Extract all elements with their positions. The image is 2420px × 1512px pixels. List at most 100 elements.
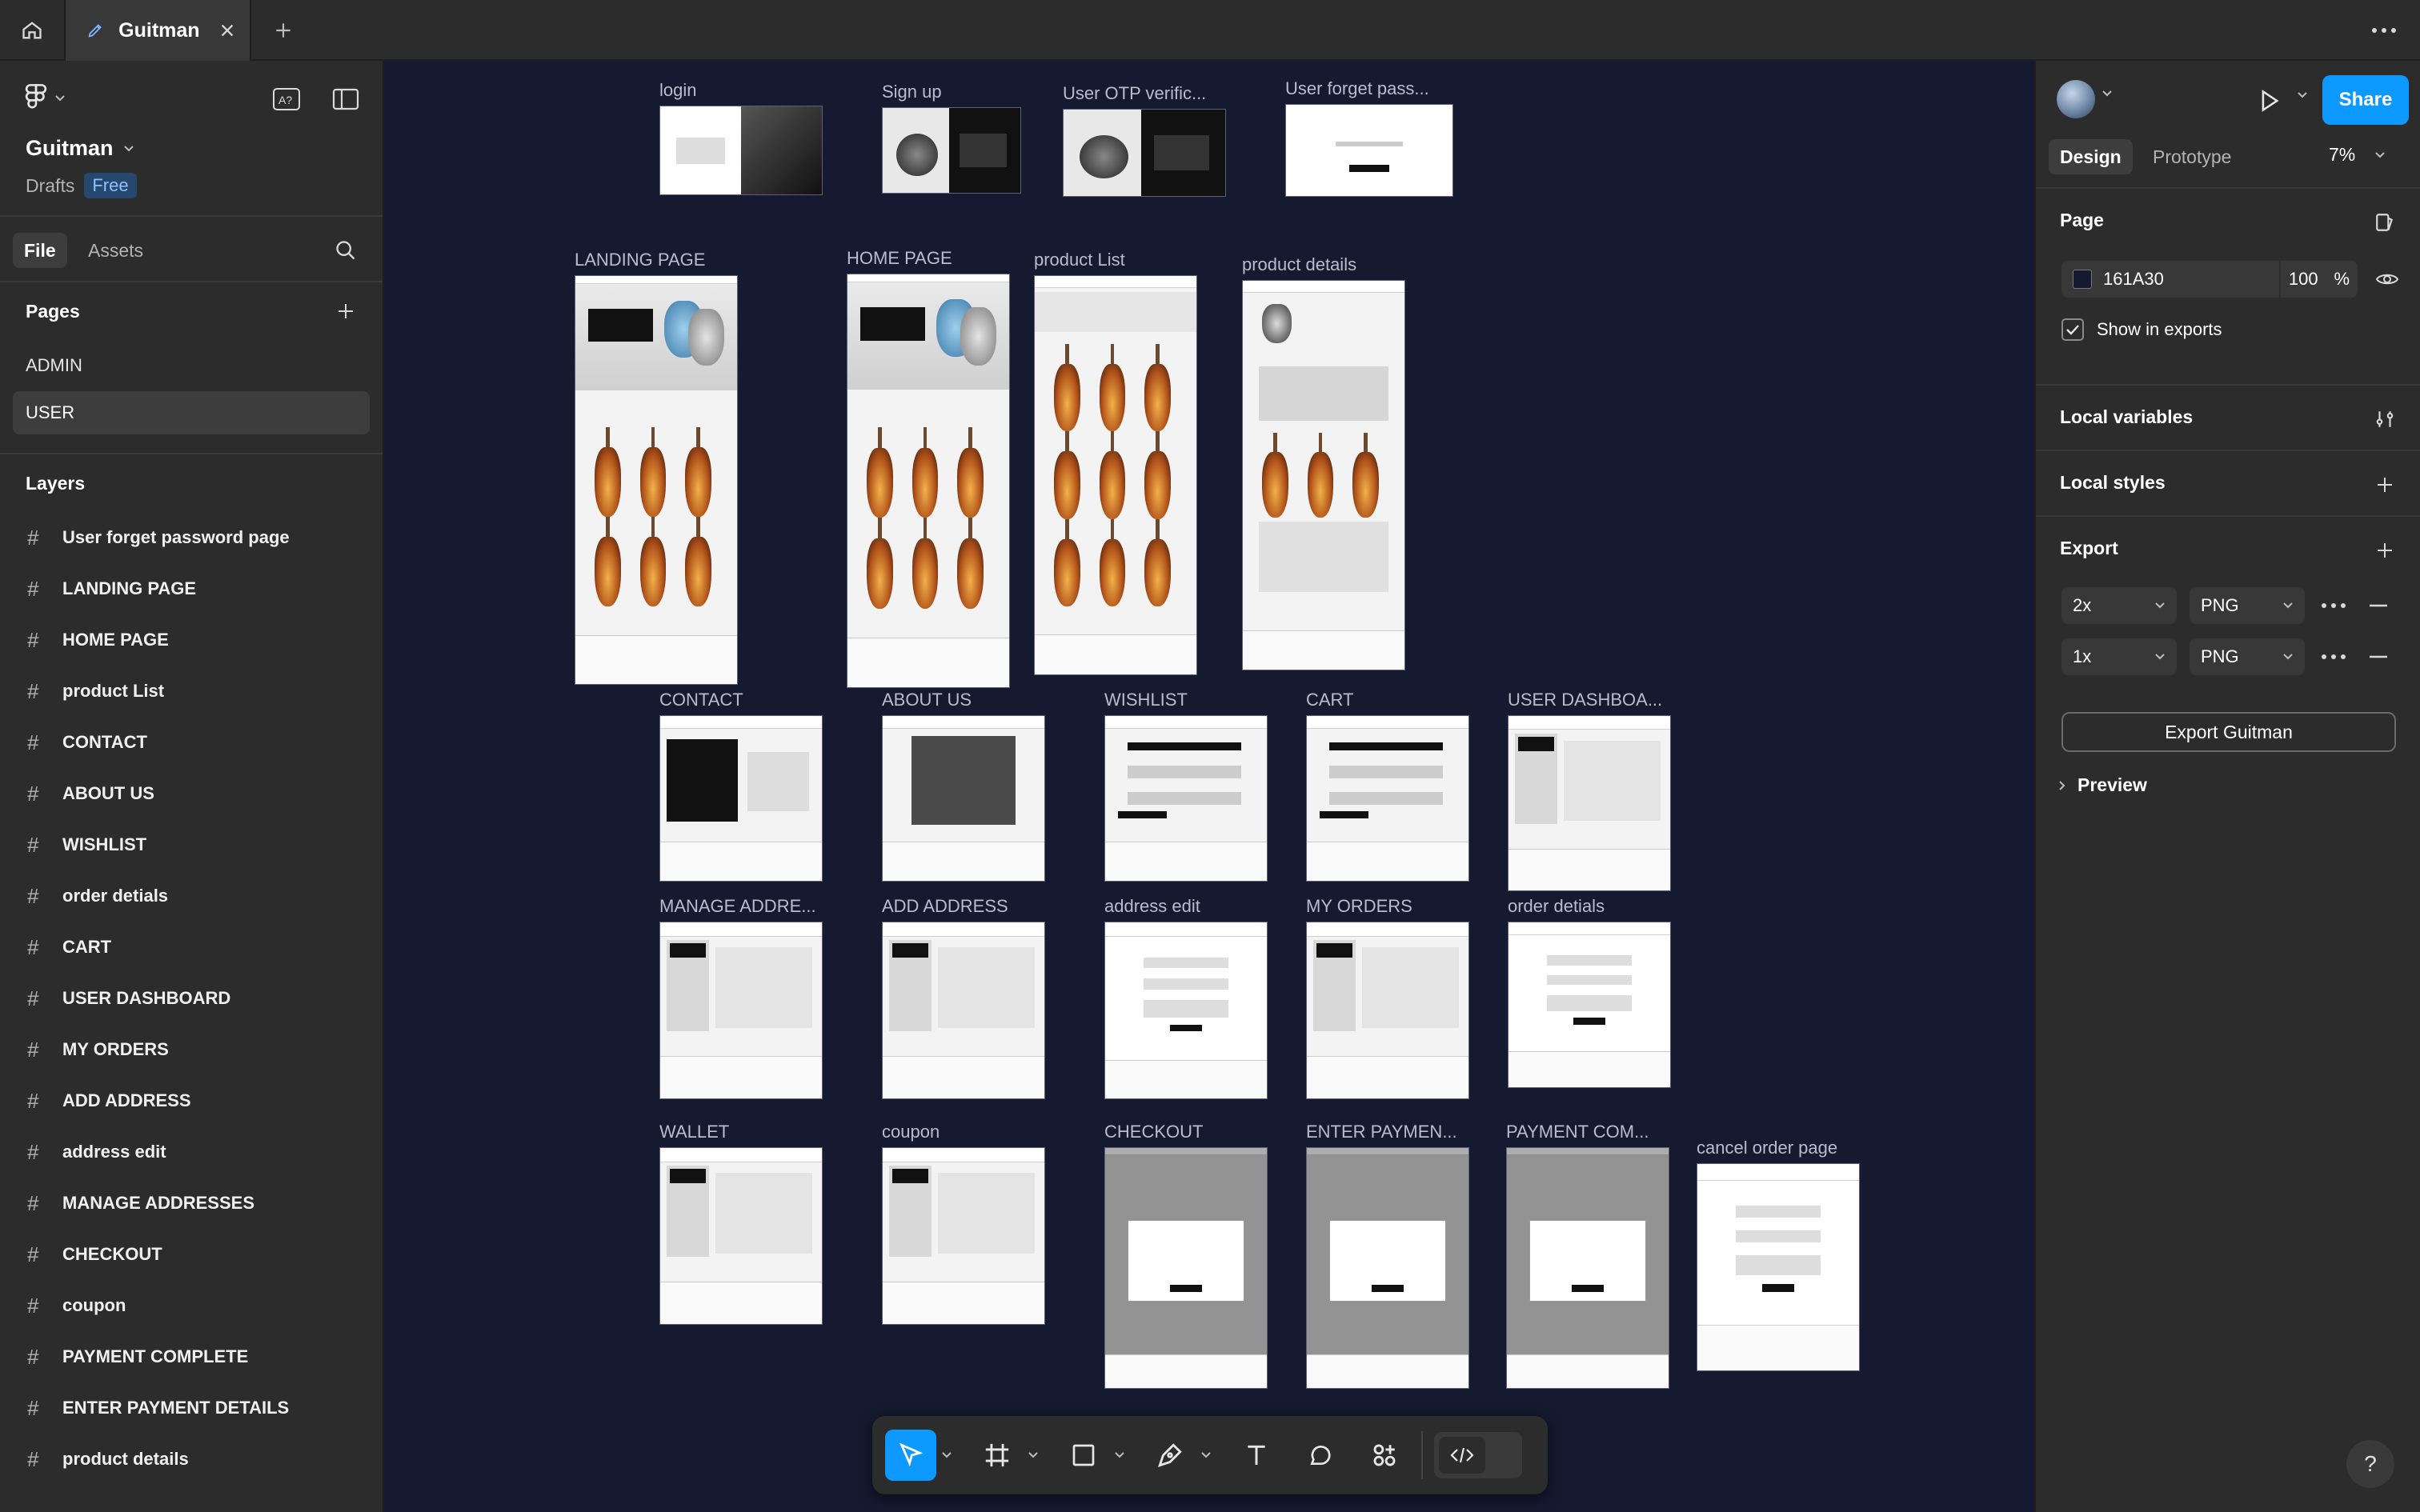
components-tool[interactable]	[1359, 1430, 1410, 1481]
frame-thumbnail-wishlist[interactable]	[1104, 715, 1268, 882]
frame-label[interactable]: CART	[1306, 690, 1354, 710]
page-item-user[interactable]: USER	[13, 391, 370, 434]
avatar[interactable]	[2057, 80, 2095, 118]
canvas[interactable]: login Sign up User OTP verific... User forg…	[384, 61, 2034, 1512]
move-tool[interactable]	[885, 1430, 936, 1481]
show-in-exports-row[interactable]: Show in exports	[2061, 318, 2222, 341]
local-variables-button[interactable]	[2369, 403, 2401, 435]
layer-item[interactable]: # LANDING PAGE	[0, 563, 383, 614]
add-page-button[interactable]	[330, 295, 362, 327]
frame-thumbnail-cart[interactable]	[1306, 715, 1469, 882]
page-style-button[interactable]	[2369, 206, 2401, 238]
frame-label[interactable]: LANDING PAGE	[575, 250, 705, 270]
frame-label[interactable]: Sign up	[882, 82, 942, 102]
preview-toggle[interactable]: Preview	[2058, 774, 2147, 796]
new-tab-button[interactable]	[267, 14, 299, 46]
layer-item[interactable]: # MANAGE ADDRESSES	[0, 1178, 383, 1229]
layer-item[interactable]: # ENTER PAYMENT DETAILS	[0, 1382, 383, 1434]
frame-thumbnail-paycomplete[interactable]	[1506, 1147, 1669, 1389]
frame-thumbnail-enterpay[interactable]	[1306, 1147, 1469, 1389]
layer-item[interactable]: # order detials	[0, 870, 383, 922]
frame-label[interactable]: login	[659, 80, 696, 101]
add-export-button[interactable]	[2369, 534, 2401, 566]
layer-item[interactable]: # address edit	[0, 1126, 383, 1178]
remove-export-button[interactable]	[2362, 590, 2394, 622]
layer-item[interactable]: # HOME PAGE	[0, 614, 383, 666]
frame-thumbnail-manage[interactable]	[659, 922, 823, 1099]
layer-item[interactable]: # USER DASHBOARD	[0, 973, 383, 1024]
export-scale-select[interactable]: 1x	[2061, 638, 2177, 675]
layer-item[interactable]: # MY ORDERS	[0, 1024, 383, 1075]
frame-thumbnail-signup[interactable]	[882, 107, 1021, 194]
file-name-button[interactable]: Guitman	[26, 136, 134, 161]
close-tab-button[interactable]	[214, 15, 240, 46]
layer-item[interactable]: # product List	[0, 666, 383, 717]
frame-label[interactable]: PAYMENT COM...	[1506, 1122, 1649, 1142]
pen-tool-menu[interactable]	[1196, 1430, 1216, 1481]
frame-thumbnail-pdetails[interactable]	[1242, 280, 1405, 670]
plan-badge[interactable]: Free	[84, 173, 137, 198]
frame-label[interactable]: MANAGE ADDRE...	[659, 896, 816, 917]
export-format-select[interactable]: PNG	[2190, 587, 2305, 624]
frame-label[interactable]: MY ORDERS	[1306, 896, 1412, 917]
search-layers-button[interactable]	[328, 233, 363, 268]
comment-tool[interactable]	[1295, 1430, 1346, 1481]
ai-text-button[interactable]: A?	[269, 83, 304, 115]
layer-item[interactable]: # User forget password page	[0, 512, 383, 563]
frame-label[interactable]: ABOUT US	[882, 690, 972, 710]
frame-thumbnail-cancel[interactable]	[1697, 1163, 1860, 1371]
frame-thumbnail-login[interactable]	[659, 106, 823, 195]
frame-label[interactable]: address edit	[1104, 896, 1200, 917]
visibility-toggle[interactable]	[2370, 262, 2404, 296]
frame-thumbnail-checkout[interactable]	[1104, 1147, 1268, 1389]
frame-label[interactable]: CHECKOUT	[1104, 1122, 1203, 1142]
frame-label[interactable]: User OTP verific...	[1063, 83, 1206, 104]
frame-label[interactable]: HOME PAGE	[847, 248, 952, 269]
export-button[interactable]: Export Guitman	[2061, 712, 2396, 752]
show-in-exports-checkbox[interactable]	[2061, 318, 2084, 341]
frame-thumbnail-plist[interactable]	[1034, 275, 1197, 675]
export-settings-button[interactable]	[2318, 641, 2350, 673]
help-button[interactable]: ?	[2346, 1440, 2394, 1488]
home-button[interactable]	[0, 0, 66, 61]
shape-tool[interactable]	[1058, 1430, 1109, 1481]
frame-label[interactable]: ENTER PAYMEN...	[1306, 1122, 1457, 1142]
drafts-link[interactable]: Drafts	[26, 175, 74, 197]
main-menu-button[interactable]	[24, 83, 66, 114]
layer-item[interactable]: # CART	[0, 922, 383, 973]
opacity-field[interactable]: 100 %	[2279, 261, 2358, 298]
layer-item[interactable]: # product details	[0, 1434, 383, 1485]
frame-label[interactable]: WALLET	[659, 1122, 729, 1142]
pen-tool[interactable]	[1144, 1430, 1196, 1481]
export-scale-select[interactable]: 2x	[2061, 587, 2177, 624]
frame-thumbnail-orderdet[interactable]	[1508, 922, 1671, 1088]
frame-thumbnail-landing[interactable]	[575, 275, 738, 685]
frame-thumbnail-dashboard[interactable]	[1508, 715, 1671, 891]
color-swatch[interactable]	[2073, 270, 2092, 289]
chevron-down-icon[interactable]	[2101, 90, 2113, 98]
share-button[interactable]: Share	[2322, 75, 2409, 125]
present-button[interactable]	[2252, 83, 2287, 118]
page-background-field[interactable]: 161A30 100 %	[2061, 261, 2358, 298]
file-tab[interactable]: Guitman	[66, 0, 251, 61]
background-hex[interactable]: 161A30	[2103, 269, 2279, 290]
frame-label[interactable]: CONTACT	[659, 690, 743, 710]
layer-item[interactable]: # ABOUT US	[0, 768, 383, 819]
chevron-down-icon[interactable]	[2297, 91, 2308, 99]
text-tool[interactable]	[1231, 1430, 1282, 1481]
layer-item[interactable]: # CONTACT	[0, 717, 383, 768]
frame-thumbnail-home[interactable]	[847, 274, 1010, 688]
add-style-button[interactable]	[2369, 469, 2401, 501]
frame-label[interactable]: cancel order page	[1697, 1138, 1837, 1158]
tab-prototype[interactable]: Prototype	[2142, 139, 2242, 174]
dev-mode-toggle[interactable]	[1434, 1432, 1522, 1478]
frame-label[interactable]: ADD ADDRESS	[882, 896, 1008, 917]
frame-thumbnail-addaddr[interactable]	[882, 922, 1045, 1099]
layer-item[interactable]: # WISHLIST	[0, 819, 383, 870]
frame-tool-menu[interactable]	[1023, 1430, 1044, 1481]
tab-file[interactable]: File	[13, 233, 67, 268]
toggle-sidebar-button[interactable]	[328, 83, 363, 115]
frame-thumbnail-myorders[interactable]	[1306, 922, 1469, 1099]
frame-label[interactable]: WISHLIST	[1104, 690, 1188, 710]
frame-label[interactable]: coupon	[882, 1122, 940, 1142]
